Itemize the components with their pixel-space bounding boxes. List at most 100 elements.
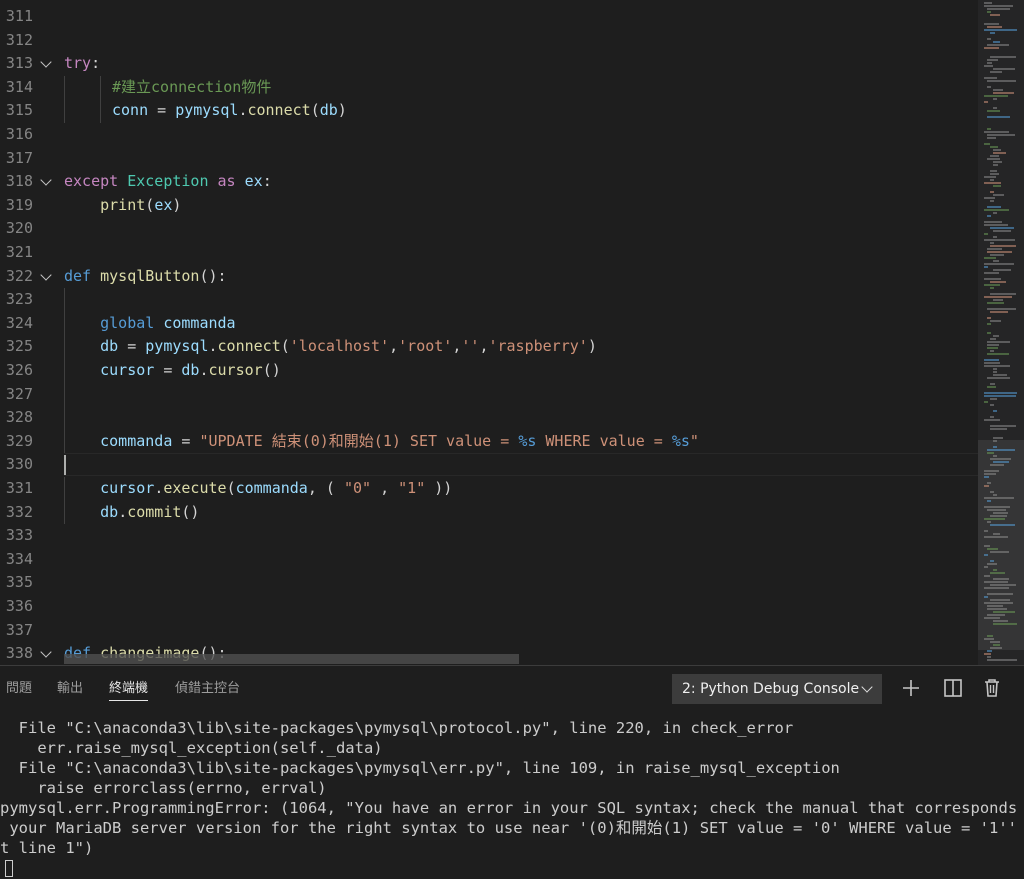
code-line[interactable]: 318 except Exception as ex: — [0, 170, 978, 194]
code-token: #建立connection物件 — [112, 77, 272, 96]
minimap-line — [993, 446, 997, 448]
horizontal-scrollbar[interactable] — [64, 654, 519, 664]
code-token: " — [689, 431, 699, 450]
minimap-line — [987, 509, 1006, 511]
code-line[interactable]: 325 db = pymysql.connect('localhost','ro… — [0, 335, 978, 359]
indent-guide — [64, 75, 65, 100]
fold-chevron-icon[interactable] — [40, 646, 52, 658]
minimap-line — [987, 635, 993, 637]
code-line[interactable]: 330 — [0, 453, 978, 477]
code-line[interactable]: 326 cursor = db.cursor() — [0, 359, 978, 383]
minimap-line — [990, 173, 999, 175]
fold-chevron-icon[interactable] — [40, 56, 52, 68]
minimap-line — [990, 200, 994, 202]
terminal-output[interactable]: File "C:\anaconda3\lib\site-packages\pym… — [0, 716, 1024, 879]
split-terminal-icon[interactable] — [941, 676, 965, 700]
line-number: 312 — [5, 30, 33, 49]
code-line[interactable]: 315 conn = pymysql.connect(db) — [0, 99, 978, 123]
terminal-select-dropdown[interactable]: 2: Python Debug Console — [672, 674, 882, 704]
code-line[interactable]: 331 cursor.execute(commanda, ( "0" , "1"… — [0, 477, 978, 501]
minimap-line — [990, 383, 995, 385]
code-token: , ( — [307, 479, 344, 497]
line-number: 334 — [5, 549, 33, 568]
minimap-line — [987, 563, 997, 565]
code-line[interactable]: 329 commanda = "UPDATE 結束(0)和開始(1) SET v… — [0, 429, 978, 454]
tab-debug-console[interactable]: 偵錯主控台 — [175, 678, 240, 700]
minimap-line — [993, 260, 999, 262]
minimap-line — [993, 374, 1007, 376]
minimap-line — [984, 617, 1000, 619]
code-line[interactable]: 337 — [0, 619, 978, 643]
minimap-line — [987, 11, 991, 13]
code-line[interactable]: 333 — [0, 524, 978, 548]
minimap-line — [984, 272, 999, 274]
minimap-line — [984, 554, 988, 556]
code-line[interactable]: 317 — [0, 147, 978, 171]
tab-problems[interactable]: 問題 — [6, 678, 32, 700]
minimap-line — [990, 338, 996, 340]
minimap-line — [993, 410, 997, 412]
code-line[interactable]: 313 try: — [0, 52, 978, 76]
line-number: 313 — [5, 54, 33, 73]
code-text: try: — [64, 52, 100, 76]
code-line[interactable]: 336 — [0, 595, 978, 619]
minimap-line — [984, 653, 991, 655]
minimap-line — [984, 65, 993, 67]
minimap-line — [984, 143, 990, 145]
code-line[interactable]: 327 — [0, 382, 978, 407]
current-line-highlight — [64, 453, 978, 477]
code-line[interactable]: 335 — [0, 571, 978, 595]
code-token: db — [181, 361, 200, 379]
minimap-line — [984, 176, 996, 178]
code-token: , — [389, 337, 399, 356]
code-token: conn — [112, 101, 149, 120]
fold-chevron-icon[interactable] — [40, 174, 52, 186]
code-line[interactable]: 332 db.commit() — [0, 500, 978, 525]
line-number: 329 — [5, 431, 33, 450]
terminal-line: t line 1") — [0, 839, 94, 857]
code-token: %s — [671, 431, 690, 450]
minimap-line — [984, 101, 988, 103]
code-line[interactable]: 316 — [0, 123, 978, 147]
indent-guide — [64, 382, 65, 407]
minimap-line — [987, 656, 991, 658]
plus-icon[interactable] — [899, 676, 923, 700]
minimap-line — [990, 146, 998, 148]
minimap-line — [987, 38, 991, 40]
code-token: , — [371, 479, 399, 497]
code-token: "0" — [343, 479, 372, 497]
code-line[interactable]: 314 #建立connection物件 — [0, 75, 978, 100]
tab-terminal[interactable]: 終端機 — [109, 678, 149, 701]
code-line[interactable]: 319 print(ex) — [0, 194, 978, 218]
minimap-line — [987, 332, 991, 334]
minimap-line — [990, 491, 994, 493]
minimap-line — [990, 464, 1004, 466]
code-token: . — [118, 502, 128, 521]
minimap-line — [993, 512, 1008, 514]
fold-chevron-icon[interactable] — [40, 268, 52, 281]
trash-icon[interactable] — [980, 676, 1004, 700]
minimap-line — [990, 14, 1000, 16]
minimap[interactable] — [978, 0, 1024, 665]
code-editor[interactable]: 311 312 313 try: 314 #建立connection物件 315 conn =… — [0, 0, 978, 665]
minimap-line — [990, 458, 1011, 460]
code-line[interactable]: 320 — [0, 217, 978, 241]
terminal-cursor — [5, 860, 13, 877]
minimap-line — [990, 416, 994, 418]
tab-output[interactable]: 輸出 — [57, 678, 83, 700]
code-line[interactable]: 323 — [0, 288, 978, 312]
minimap-line — [990, 428, 1007, 430]
minimap-line — [984, 566, 988, 568]
code-line[interactable]: 312 — [0, 29, 978, 53]
code-line[interactable]: 311 — [0, 5, 978, 29]
code-line[interactable]: 328 — [0, 406, 978, 430]
code-line[interactable]: 321 — [0, 241, 978, 265]
minimap-line — [990, 320, 1001, 322]
code-line[interactable]: 334 — [0, 548, 978, 572]
indent-guide — [64, 288, 65, 312]
code-line[interactable]: 322 def mysqlButton(): — [0, 265, 978, 289]
minimap-line — [990, 584, 1016, 586]
code-line[interactable]: 324 global commanda — [0, 311, 978, 336]
code-token: )) — [425, 479, 453, 497]
